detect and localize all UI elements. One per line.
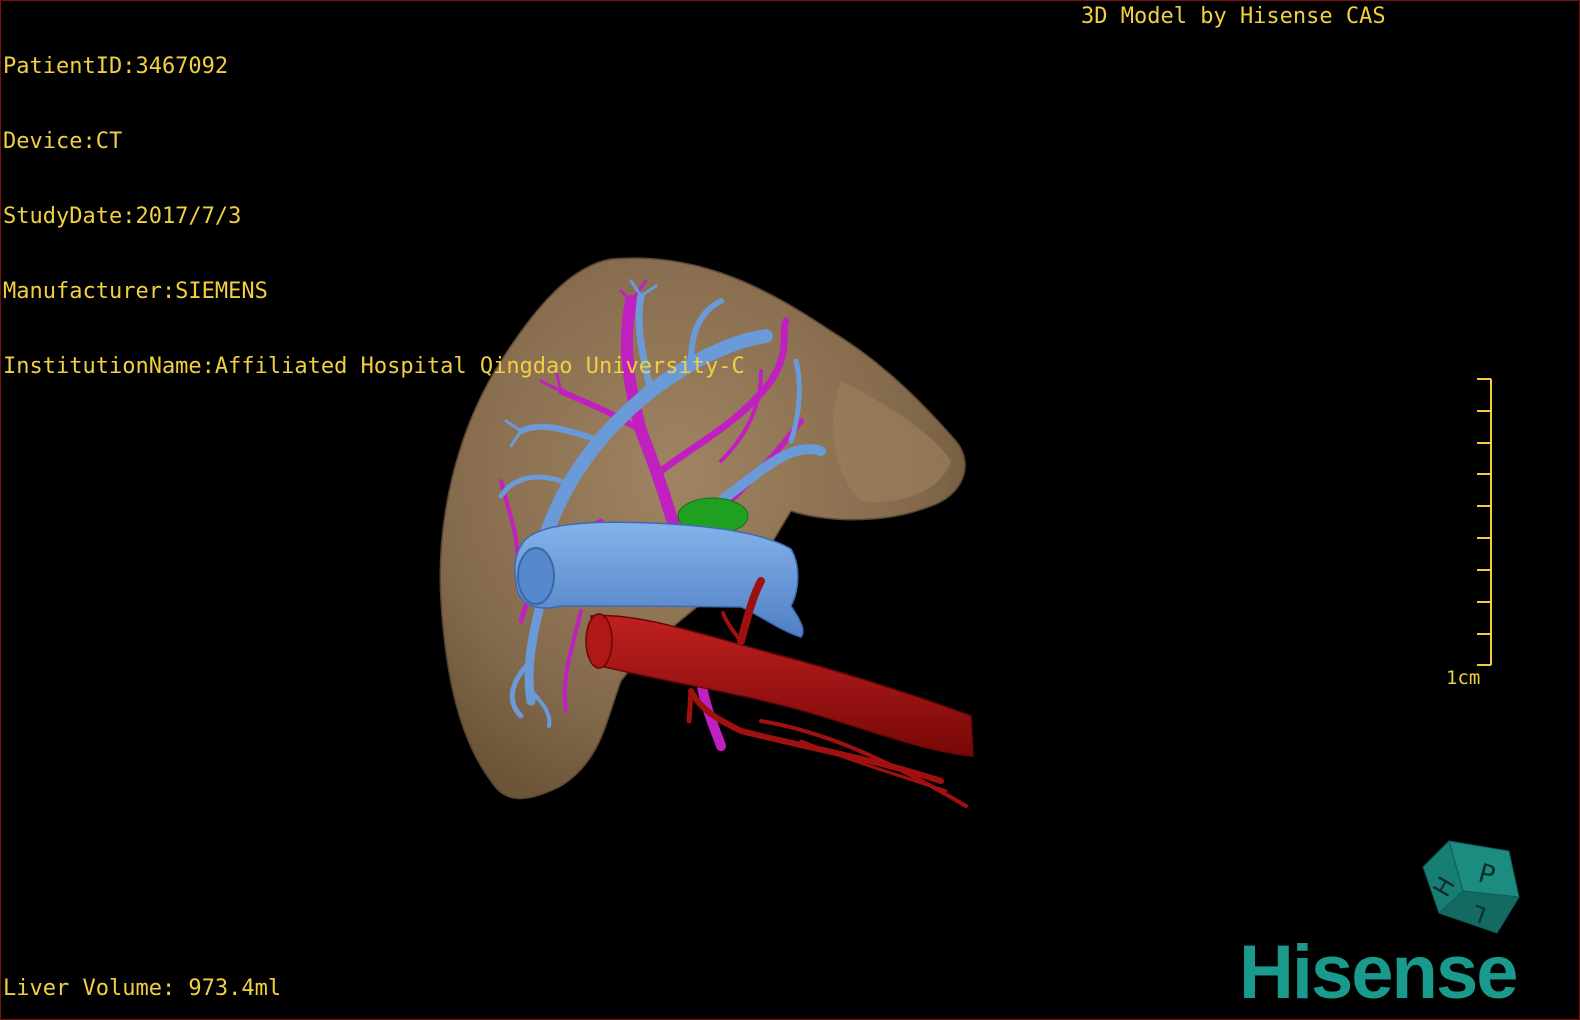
manufacturer-label: Manufacturer:SIEMENS (3, 279, 268, 304)
patient-id-label: PatientID:3467092 (3, 54, 229, 79)
scale-label: 1cm (1446, 667, 1481, 689)
portal-vein-cut-end (517, 547, 555, 605)
model-credit-label: 3D Model by Hisense CAS (1081, 4, 1386, 29)
scale-bar (1477, 378, 1492, 666)
study-date-label: StudyDate:2017/7/3 (3, 204, 242, 229)
hisense-logo: Hisense (1239, 930, 1518, 1015)
dicom-info-panel: PatientID:3467092 Device:CT StudyDate:20… (3, 4, 745, 429)
liver-volume-label: Liver Volume: 973.4ml (3, 976, 282, 1001)
institution-label: InstitutionName:Affiliated Hospital Qing… (3, 354, 745, 379)
device-label: Device:CT (3, 129, 123, 154)
orientation-cube[interactable]: P H L (1419, 833, 1529, 943)
3d-viewport[interactable]: PatientID:3467092 Device:CT StudyDate:20… (0, 0, 1580, 1020)
